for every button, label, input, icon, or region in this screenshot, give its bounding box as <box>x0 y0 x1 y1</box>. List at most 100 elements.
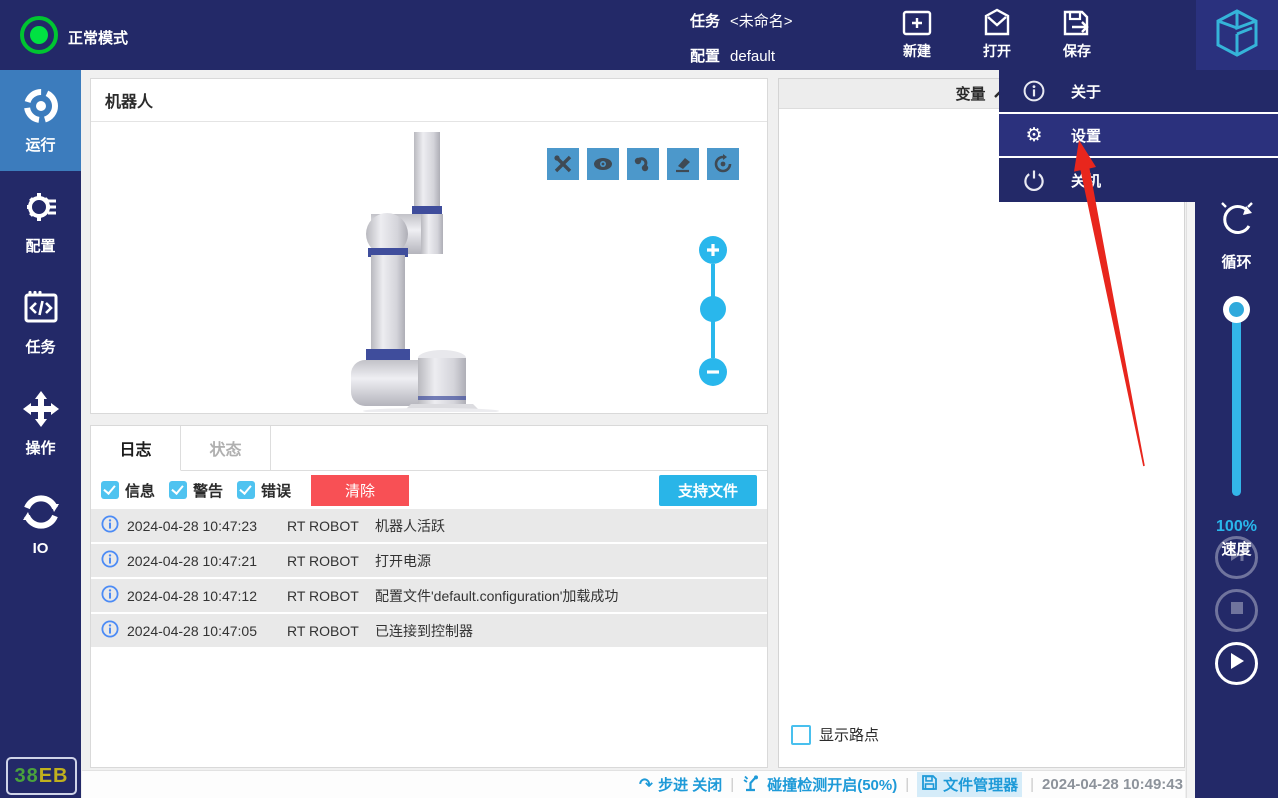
new-task-label: 新建 <box>903 43 931 59</box>
system-dropdown-menu: 关于 ⚙ 设置 关机 <box>999 70 1278 202</box>
task-label: 任务 <box>690 13 721 30</box>
open-task-button[interactable]: 打开 <box>962 8 1032 64</box>
save-file-icon <box>1042 8 1112 38</box>
menu-item-label: 关机 <box>1071 172 1102 190</box>
robot-3d-view[interactable] <box>91 118 767 413</box>
power-icon <box>1021 169 1047 191</box>
speed-slider <box>1223 296 1250 496</box>
top-bar: 正常模式 任务 <未命名> 配置 default 新建 打开 保存 <box>0 0 1278 70</box>
statusbar-divider: | <box>905 776 910 793</box>
info-log-icon <box>101 515 119 536</box>
step-mode-toggle[interactable]: ↷ 步进 关闭 <box>639 774 722 795</box>
log-panel: 日志 状态 信息 警告 错误 清除 支持文件 2024-04-28 10:47:… <box>90 425 768 768</box>
sidebar-item-label: 运行 <box>25 137 56 154</box>
path-icon[interactable] <box>627 148 659 180</box>
sidebar-item-label: 配置 <box>25 238 56 255</box>
task-icon <box>21 288 61 328</box>
support-files-button[interactable]: 支持文件 <box>659 474 757 506</box>
log-row: 2024-04-28 10:47:05 RT ROBOT 已连接到控制器 <box>91 614 767 647</box>
robot-panel-title: 机器人 <box>91 79 767 122</box>
menu-item-shutdown[interactable]: 关机 <box>999 158 1278 202</box>
play-icon <box>1229 652 1245 675</box>
clear-log-button[interactable]: 清除 <box>311 474 410 506</box>
zoom-in-button[interactable] <box>699 236 727 264</box>
step-next-button[interactable] <box>1215 536 1258 579</box>
log-source: RT ROBOT <box>287 587 359 604</box>
brand-cube-icon <box>1214 8 1260 63</box>
loop-icon <box>1216 202 1258 244</box>
collision-detection-toggle[interactable]: 碰撞检测开启(50%) <box>742 774 897 796</box>
zoom-out-button[interactable] <box>699 358 727 386</box>
eraser-icon[interactable] <box>667 148 699 180</box>
file-manager-button[interactable]: 文件管理器 <box>917 772 1023 797</box>
variables-title: 变量 <box>955 86 986 103</box>
info-icon <box>1021 80 1047 102</box>
menu-item-label: 设置 <box>1071 127 1102 145</box>
task-value: <未命名> <box>730 13 793 30</box>
gear-icon: ⚙ <box>1025 124 1043 146</box>
stop-button[interactable] <box>1215 589 1258 632</box>
sidebar-item-io[interactable]: IO <box>0 474 81 575</box>
log-row: 2024-04-28 10:47:12 RT ROBOT 配置文件'defaul… <box>91 579 767 612</box>
log-time: 2024-04-28 10:47:23 <box>127 517 257 534</box>
status-bar: ↷ 步进 关闭 | 碰撞检测开启(50%) | 文件管理器 | 2024-04-… <box>82 770 1185 798</box>
log-row: 2024-04-28 10:47:21 RT ROBOT 打开电源 <box>91 544 767 577</box>
collision-label: 碰撞检测开启(50%) <box>767 777 898 794</box>
sidebar-item-task[interactable]: 任务 <box>0 272 81 373</box>
show-waypoints-checkbox[interactable] <box>791 724 811 745</box>
warning-filter-checkbox[interactable] <box>169 481 188 499</box>
menu-item-about[interactable]: 关于 <box>999 70 1278 114</box>
statusbar-divider: | <box>1030 776 1035 793</box>
speed-slider-handle[interactable] <box>1223 296 1250 323</box>
save-task-button[interactable]: 保存 <box>1042 8 1112 64</box>
tools-icon[interactable] <box>547 148 579 180</box>
config-label: 配置 <box>690 48 721 65</box>
warning-filter-label: 警告 <box>193 482 224 500</box>
log-message: 打开电源 <box>375 552 431 569</box>
sidebar-item-label: IO <box>32 540 49 557</box>
mode-label: 正常模式 <box>68 30 129 47</box>
log-source: RT ROBOT <box>287 552 359 569</box>
zoom-slider-handle[interactable] <box>700 296 726 322</box>
left-sidebar: 运行 配置 任务 操作 IO 38 EB <box>0 70 81 798</box>
new-task-button[interactable]: 新建 <box>882 8 952 64</box>
robot-panel: 机器人 <box>90 78 768 414</box>
info-filter-checkbox[interactable] <box>101 481 119 499</box>
app-logo-button[interactable] <box>1196 0 1278 70</box>
speed-slider-track[interactable] <box>1232 306 1241 496</box>
sidebar-item-jog[interactable]: 操作 <box>0 373 81 474</box>
loop-toggle[interactable]: 循环 <box>1195 200 1278 272</box>
sidebar-item-configure[interactable]: 配置 <box>0 171 81 272</box>
log-list: 2024-04-28 10:47:23 RT ROBOT 机器人活跃 2024-… <box>91 509 767 647</box>
sidebar-item-label: 任务 <box>25 339 56 356</box>
reset-view-icon[interactable] <box>707 148 739 180</box>
play-button[interactable] <box>1215 642 1258 685</box>
collision-icon <box>742 774 762 796</box>
info-log-icon <box>101 550 119 571</box>
step-mode-label: 步进 关闭 <box>658 777 723 794</box>
robot-view-toolbar <box>547 148 739 180</box>
config-row: 配置 default <box>690 45 775 66</box>
eye-icon[interactable] <box>587 148 619 180</box>
log-time: 2024-04-28 10:47:05 <box>127 622 257 639</box>
view-zoom-control <box>699 236 727 386</box>
tab-status[interactable]: 状态 <box>181 426 271 470</box>
badge-yellow-part: EB <box>38 764 69 787</box>
info-log-icon <box>101 620 119 641</box>
log-message: 机器人活跃 <box>375 517 445 534</box>
info-filter-label: 信息 <box>125 482 156 500</box>
task-row: 任务 <未命名> <box>690 10 793 31</box>
statusbar-divider: | <box>730 776 735 793</box>
badge-green-part: 38 <box>14 764 39 787</box>
show-waypoints-label: 显示路点 <box>819 727 880 744</box>
sidebar-item-run[interactable]: 运行 <box>0 70 81 171</box>
loop-label: 循环 <box>1221 254 1252 271</box>
tab-log[interactable]: 日志 <box>91 426 181 471</box>
menu-item-settings[interactable]: ⚙ 设置 <box>999 114 1278 158</box>
error-filter-checkbox[interactable] <box>237 481 256 499</box>
log-source: RT ROBOT <box>287 622 359 639</box>
log-time: 2024-04-28 10:47:21 <box>127 552 257 569</box>
log-filter-bar: 信息 警告 错误 清除 支持文件 <box>91 471 767 509</box>
log-message: 配置文件'default.configuration'加载成功 <box>375 587 619 604</box>
info-log-icon <box>101 585 119 606</box>
